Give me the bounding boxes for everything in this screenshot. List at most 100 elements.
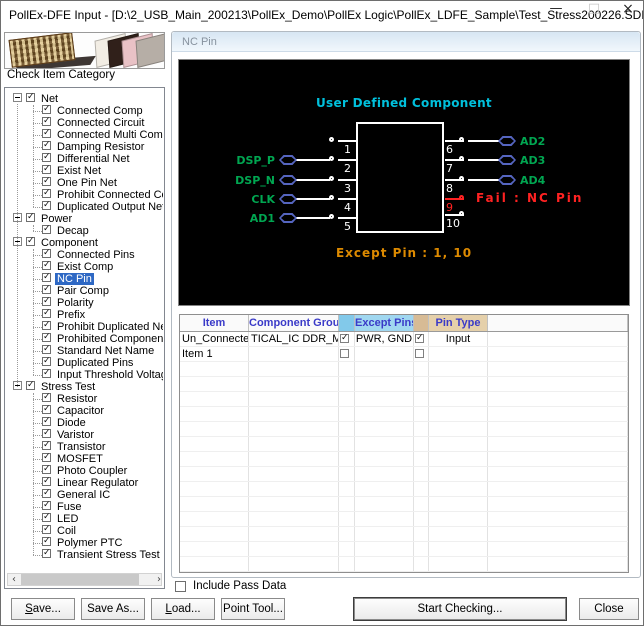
tree-item-label[interactable]: Capacitor xyxy=(55,405,106,417)
tree-checkbox[interactable] xyxy=(42,141,51,150)
tree-checkbox[interactable] xyxy=(42,501,51,510)
tree-checkbox[interactable] xyxy=(42,105,51,114)
tree-item-label[interactable]: Linear Regulator xyxy=(55,477,140,489)
tree-item-label[interactable]: Prohibit Connected Comp xyxy=(55,189,163,201)
tree-item[interactable]: Connected Circuit xyxy=(6,117,163,129)
tree-item[interactable]: Prefix xyxy=(6,309,163,321)
collapse-toggle-icon[interactable] xyxy=(13,93,22,102)
tree-item-label[interactable]: Transient Stress Test xyxy=(55,549,162,561)
scrollbar-thumb[interactable] xyxy=(21,574,139,585)
tree-item-label[interactable]: One Pin Net xyxy=(55,177,119,189)
tree-checkbox[interactable] xyxy=(42,201,51,210)
tree-item[interactable]: Exist Net xyxy=(6,165,163,177)
tree-item[interactable]: Prohibit Connected Comp xyxy=(6,189,163,201)
tree-item-label[interactable]: NC Pin xyxy=(55,273,94,285)
tree-item[interactable]: Exist Comp xyxy=(6,261,163,273)
tree-checkbox[interactable] xyxy=(42,297,51,306)
column-header-pintype-check[interactable] xyxy=(414,315,429,331)
tree-item[interactable]: Connected Multi Comp xyxy=(6,129,163,141)
tree-item-label[interactable]: LED xyxy=(55,513,80,525)
tree-item[interactable]: Damping Resistor xyxy=(6,141,163,153)
tree-item[interactable]: Prohibit Duplicated Net xyxy=(6,321,163,333)
column-header-except-check[interactable] xyxy=(339,315,355,331)
tree-item-label[interactable]: Connected Circuit xyxy=(55,117,146,129)
column-header-item[interactable]: Item xyxy=(180,315,249,331)
tree-item-label[interactable]: MOSFET xyxy=(55,453,105,465)
pin-type-checkbox[interactable] xyxy=(415,349,424,358)
tree-item-label[interactable]: Resistor xyxy=(55,393,99,405)
tree-item[interactable]: Connected Comp xyxy=(6,105,163,117)
tree-item[interactable]: MOSFET xyxy=(6,453,163,465)
scroll-left-icon[interactable]: ‹ xyxy=(8,574,20,585)
tree-item[interactable]: Standard Net Name xyxy=(6,345,163,357)
include-pass-checkbox[interactable] xyxy=(175,581,186,592)
tree-checkbox[interactable] xyxy=(42,189,51,198)
tree-item[interactable]: Resistor xyxy=(6,393,163,405)
tree-checkbox[interactable] xyxy=(42,177,51,186)
cell-item[interactable]: Item 1 xyxy=(180,347,249,361)
tree-checkbox[interactable] xyxy=(26,237,35,246)
minimize-button[interactable]: — xyxy=(541,1,571,29)
tree-checkbox[interactable] xyxy=(42,405,51,414)
except-pins-checkbox[interactable] xyxy=(340,334,349,343)
table-row[interactable]: Un_Connected_ TICAL_IC DDR_MEM D PWR, GN… xyxy=(180,332,628,347)
tree-item[interactable]: Polarity xyxy=(6,297,163,309)
pin-type-checkbox[interactable] xyxy=(415,334,424,343)
tree-item-label[interactable]: Prohibited Component xyxy=(55,333,163,345)
tree-item[interactable]: Differential Net xyxy=(6,153,163,165)
cell-component-group[interactable]: TICAL_IC DDR_MEM D xyxy=(249,332,339,346)
tree-item-label[interactable]: Pair Comp xyxy=(55,285,111,297)
tree-checkbox[interactable] xyxy=(42,285,51,294)
cell-pin-type[interactable] xyxy=(429,347,488,361)
tree-item-label[interactable]: Polarity xyxy=(55,297,96,309)
tree-checkbox[interactable] xyxy=(42,393,51,402)
tree-item-label[interactable]: Differential Net xyxy=(55,153,132,165)
tree-item-label[interactable]: Varistor xyxy=(55,429,96,441)
tree-item[interactable]: One Pin Net xyxy=(6,177,163,189)
tree-checkbox[interactable] xyxy=(26,381,35,390)
tree-item-label[interactable]: Diode xyxy=(55,417,88,429)
tree-checkbox[interactable] xyxy=(42,537,51,546)
tree-checkbox[interactable] xyxy=(42,309,51,318)
tree-checkbox[interactable] xyxy=(42,333,51,342)
except-pins-checkbox[interactable] xyxy=(340,349,349,358)
tree-item[interactable]: Varistor xyxy=(6,429,163,441)
tree-item[interactable]: Photo Coupler xyxy=(6,465,163,477)
tree-item-label[interactable]: Connected Comp xyxy=(55,105,145,117)
table-row-empty[interactable] xyxy=(180,542,628,557)
tree-checkbox[interactable] xyxy=(42,513,51,522)
column-header-component-group[interactable]: Component Group xyxy=(249,315,339,331)
table-row-empty[interactable] xyxy=(180,557,628,572)
tree-item[interactable]: Fuse xyxy=(6,501,163,513)
table-row-empty[interactable] xyxy=(180,392,628,407)
tree-item-label[interactable]: Input Threshold Voltage xyxy=(55,369,163,381)
tree-checkbox[interactable] xyxy=(42,321,51,330)
tree-item[interactable]: Linear Regulator xyxy=(6,477,163,489)
tree-checkbox[interactable] xyxy=(26,93,35,102)
tree-checkbox[interactable] xyxy=(42,261,51,270)
tree-item[interactable]: NC Pin xyxy=(6,273,163,285)
close-window-button[interactable]: × xyxy=(613,1,643,29)
tree-checkbox[interactable] xyxy=(42,525,51,534)
cell-except-pins[interactable]: PWR, GND xyxy=(355,332,414,346)
tree-item[interactable]: Net xyxy=(6,93,163,105)
tree-item[interactable]: Power xyxy=(6,213,163,225)
tree-item[interactable]: Pair Comp xyxy=(6,285,163,297)
tree-item-label[interactable]: Connected Pins xyxy=(55,249,137,261)
close-button[interactable]: Close xyxy=(579,598,639,620)
tree-item[interactable]: LED xyxy=(6,513,163,525)
tree-item[interactable]: Component xyxy=(6,237,163,249)
tree-checkbox[interactable] xyxy=(42,345,51,354)
table-row-empty[interactable] xyxy=(180,527,628,542)
tree-checkbox[interactable] xyxy=(42,153,51,162)
tree-item-label[interactable]: Coil xyxy=(55,525,78,537)
table-row-empty[interactable] xyxy=(180,377,628,392)
tree-item-label[interactable]: Duplicated Pins xyxy=(55,357,135,369)
tree-item-label[interactable]: Damping Resistor xyxy=(55,141,146,153)
tree-checkbox[interactable] xyxy=(42,273,51,282)
tree-checkbox[interactable] xyxy=(42,489,51,498)
tree-item-label[interactable]: Connected Multi Comp xyxy=(55,129,163,141)
cell-pin-type[interactable]: Input xyxy=(429,332,488,346)
table-row-empty[interactable] xyxy=(180,452,628,467)
cell-component-group[interactable] xyxy=(249,347,339,361)
